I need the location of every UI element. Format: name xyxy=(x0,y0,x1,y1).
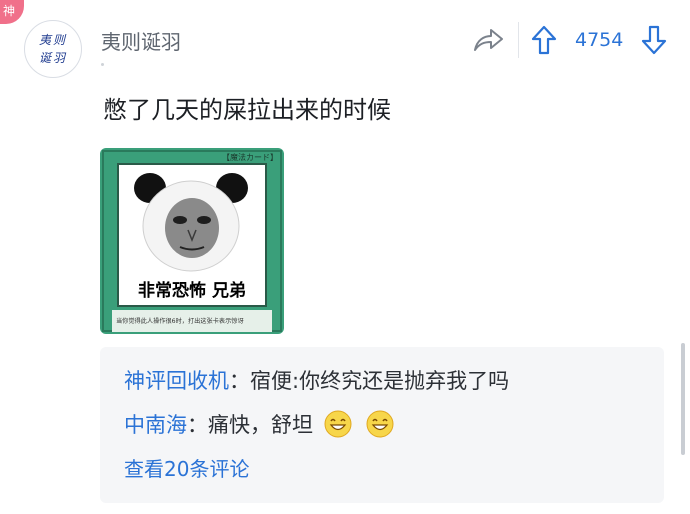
card-header: 【魔法カード】 xyxy=(222,152,278,162)
scrollbar[interactable] xyxy=(681,343,685,455)
comment-text: 痛快，舒坦 xyxy=(208,413,313,437)
comment-item[interactable]: 神评回收机：宿便:你终究还是抛弃我了吗 xyxy=(124,365,509,395)
comment-author[interactable]: 中南海 xyxy=(124,413,187,437)
comments-box: 神评回收机：宿便:你终究还是抛弃我了吗 中南海：痛快，舒坦 查看20条评论 xyxy=(100,347,664,503)
vote-divider xyxy=(518,22,519,58)
meme-caption: 非常恐怖 兄弟 xyxy=(138,280,246,301)
avatar-text: 夷则诞羽 xyxy=(38,33,67,65)
avatar[interactable]: 夷则诞羽 xyxy=(24,20,82,78)
grin-emoji xyxy=(324,410,352,438)
comment-text: 宿便:你终究还是抛弃我了吗 xyxy=(250,369,510,393)
upvote-button[interactable] xyxy=(530,24,558,56)
meme-footer: 当你觉得此人操作很6时，打出这张卡表示惊讶 xyxy=(116,317,244,325)
share-icon xyxy=(474,29,503,51)
grin-emoji xyxy=(366,410,394,438)
view-all-comments-link[interactable]: 查看20条评论 xyxy=(124,453,249,482)
username[interactable]: 夷则诞羽 xyxy=(101,26,181,55)
share-button[interactable] xyxy=(472,26,504,54)
upvote-icon xyxy=(531,25,557,55)
vote-count: 4754 xyxy=(575,29,624,51)
corner-badge: 神 xyxy=(0,0,24,24)
comment-separator: ： xyxy=(187,413,208,437)
post-text: 憋了几天的屎拉出来的时候 xyxy=(103,96,391,124)
downvote-button[interactable] xyxy=(640,24,668,56)
downvote-icon xyxy=(641,25,667,55)
meme-image[interactable]: 【魔法カード】 非常恐怖 兄弟 当你觉得此人操作很6时，打出这张卡表示惊讶 xyxy=(100,148,284,334)
divider-dot xyxy=(101,63,104,66)
comment-separator: ： xyxy=(229,369,250,393)
comment-item[interactable]: 中南海：痛快，舒坦 xyxy=(124,409,394,439)
comment-author[interactable]: 神评回收机 xyxy=(124,369,229,393)
